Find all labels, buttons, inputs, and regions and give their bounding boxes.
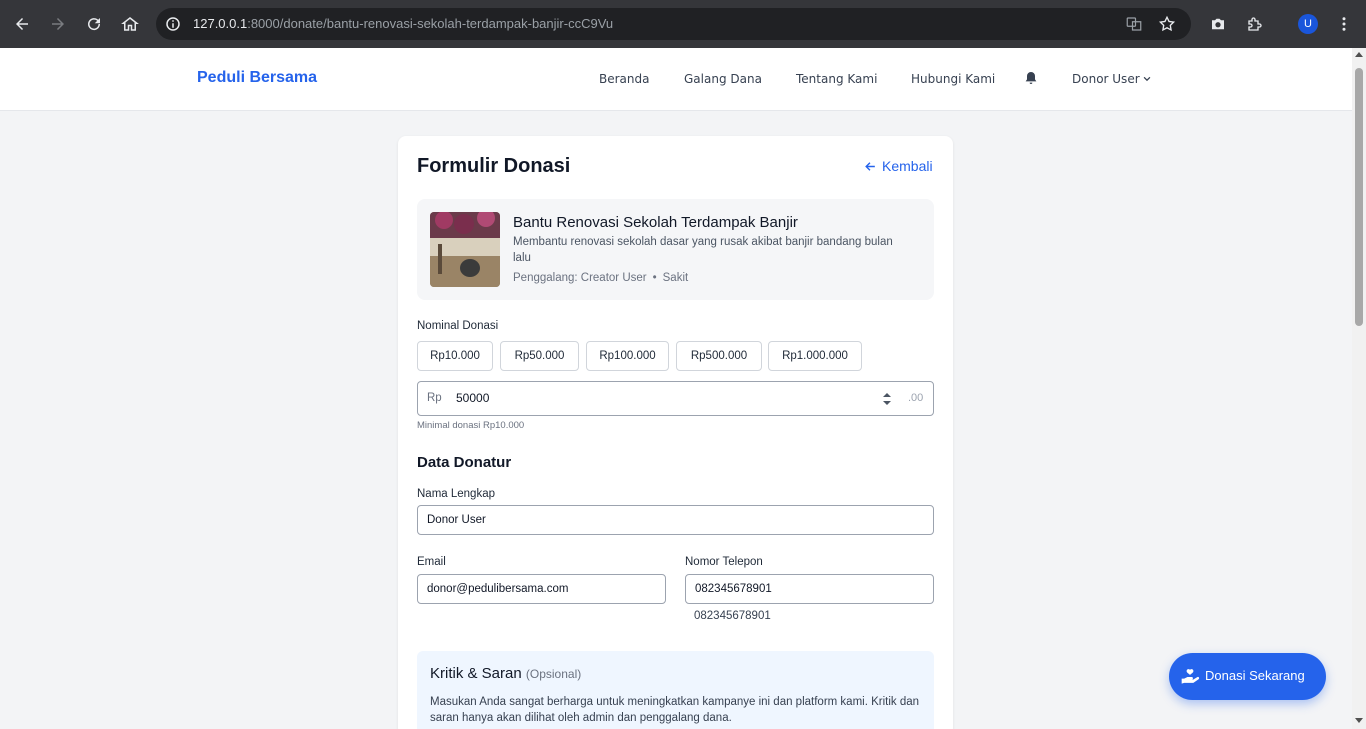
amount-label: Nominal Donasi bbox=[417, 320, 499, 332]
amount-preset-10000[interactable]: Rp10.000 bbox=[417, 341, 493, 371]
amount-preset-1000000[interactable]: Rp1.000.000 bbox=[768, 341, 862, 371]
feedback-description: Masukan Anda sangat berharga untuk menin… bbox=[430, 696, 920, 724]
campaign-thumbnail bbox=[430, 212, 500, 287]
feedback-title: Kritik & Saran (Opsional) bbox=[430, 665, 582, 682]
minimum-donation-hint: Minimal donasi Rp10.000 bbox=[417, 420, 525, 431]
forward-arrow-icon[interactable] bbox=[46, 12, 70, 36]
camera-icon[interactable] bbox=[1206, 12, 1230, 36]
hand-heart-icon bbox=[1181, 669, 1200, 684]
kebab-menu-icon[interactable] bbox=[1332, 12, 1356, 36]
site-header: Peduli Bersama Beranda Galang Dana Tenta… bbox=[0, 48, 1352, 111]
phone-field[interactable]: 082345678901 bbox=[685, 574, 934, 604]
email-label: Email bbox=[417, 556, 446, 568]
name-label: Nama Lengkap bbox=[417, 488, 495, 500]
browser-toolbar: 127.0.0.1:8000/donate/bantu-renovasi-sek… bbox=[0, 0, 1366, 48]
feedback-section: Kritik & Saran (Opsional) Masukan Anda s… bbox=[417, 651, 934, 729]
phone-autofill-suggestion[interactable]: 082345678901 bbox=[694, 610, 771, 622]
campaign-meta: Penggalang: Creator User • Sakit bbox=[513, 272, 688, 284]
reload-icon[interactable] bbox=[82, 12, 106, 36]
page-title: Formulir Donasi bbox=[417, 155, 571, 177]
scroll-up-arrow-icon[interactable] bbox=[1355, 52, 1363, 57]
number-spinner-icon[interactable] bbox=[881, 391, 893, 407]
amount-input[interactable]: Rp 50000 .00 bbox=[417, 381, 934, 416]
decimal-suffix: .00 bbox=[908, 392, 924, 404]
nav-link-galang-dana[interactable]: Galang Dana bbox=[684, 72, 762, 86]
back-link[interactable]: Kembali bbox=[864, 158, 933, 174]
currency-prefix: Rp bbox=[427, 392, 442, 404]
profile-avatar[interactable]: U bbox=[1298, 14, 1318, 34]
amount-preset-50000[interactable]: Rp50.000 bbox=[500, 341, 579, 371]
scroll-thumb[interactable] bbox=[1355, 68, 1363, 326]
notification-bell-icon[interactable] bbox=[1023, 70, 1039, 86]
donor-section-title: Data Donatur bbox=[417, 454, 512, 471]
donation-form-card: Formulir Donasi Kembali Bantu Renovasi S… bbox=[398, 136, 953, 729]
amount-preset-100000[interactable]: Rp100.000 bbox=[586, 341, 669, 371]
bookmark-star-icon[interactable] bbox=[1158, 15, 1176, 33]
arrow-left-icon bbox=[865, 161, 875, 171]
email-field-value[interactable]: donor@pedulibersama.com bbox=[427, 583, 568, 595]
translate-icon[interactable] bbox=[1125, 15, 1143, 33]
site-info-icon[interactable] bbox=[164, 15, 182, 33]
home-icon[interactable] bbox=[118, 12, 142, 36]
chevron-down-icon bbox=[1143, 76, 1150, 82]
email-field[interactable]: donor@pedulibersama.com bbox=[417, 574, 666, 604]
user-menu[interactable]: Donor User bbox=[1072, 72, 1152, 86]
name-field-value[interactable]: Donor User bbox=[427, 514, 486, 526]
back-link-label: Kembali bbox=[882, 158, 933, 174]
campaign-category: Sakit bbox=[662, 272, 689, 284]
name-field[interactable]: Donor User bbox=[417, 505, 934, 535]
back-arrow-icon[interactable] bbox=[10, 12, 34, 36]
amount-input-value[interactable]: 50000 bbox=[456, 391, 489, 405]
donate-now-label: Donasi Sekarang bbox=[1205, 668, 1305, 683]
address-bar[interactable]: 127.0.0.1:8000/donate/bantu-renovasi-sek… bbox=[156, 8, 1191, 40]
nav-link-beranda[interactable]: Beranda bbox=[599, 72, 649, 86]
user-menu-label: Donor User bbox=[1072, 72, 1140, 86]
donate-now-button[interactable]: Donasi Sekarang bbox=[1169, 653, 1326, 700]
optional-tag: (Opsional) bbox=[525, 667, 582, 681]
campaign-summary: Bantu Renovasi Sekolah Terdampak Banjir … bbox=[417, 199, 934, 300]
brand-logo[interactable]: Peduli Bersama bbox=[197, 69, 317, 87]
extensions-puzzle-icon[interactable] bbox=[1243, 12, 1267, 36]
url-text[interactable]: 127.0.0.1:8000/donate/bantu-renovasi-sek… bbox=[193, 16, 613, 31]
page-scrollbar[interactable] bbox=[1352, 48, 1366, 729]
phone-label: Nomor Telepon bbox=[685, 556, 763, 568]
campaign-description: Membantu renovasi sekolah dasar yang rus… bbox=[513, 236, 893, 264]
campaign-title: Bantu Renovasi Sekolah Terdampak Banjir bbox=[513, 214, 798, 231]
amount-preset-500000[interactable]: Rp500.000 bbox=[676, 341, 762, 371]
campaign-creator: Penggalang: Creator User bbox=[513, 272, 647, 284]
phone-field-value[interactable]: 082345678901 bbox=[695, 583, 772, 595]
meta-separator: • bbox=[652, 272, 657, 284]
scroll-down-arrow-icon[interactable] bbox=[1355, 718, 1363, 723]
nav-link-tentang-kami[interactable]: Tentang Kami bbox=[796, 72, 877, 86]
nav-link-hubungi-kami[interactable]: Hubungi Kami bbox=[911, 72, 995, 86]
